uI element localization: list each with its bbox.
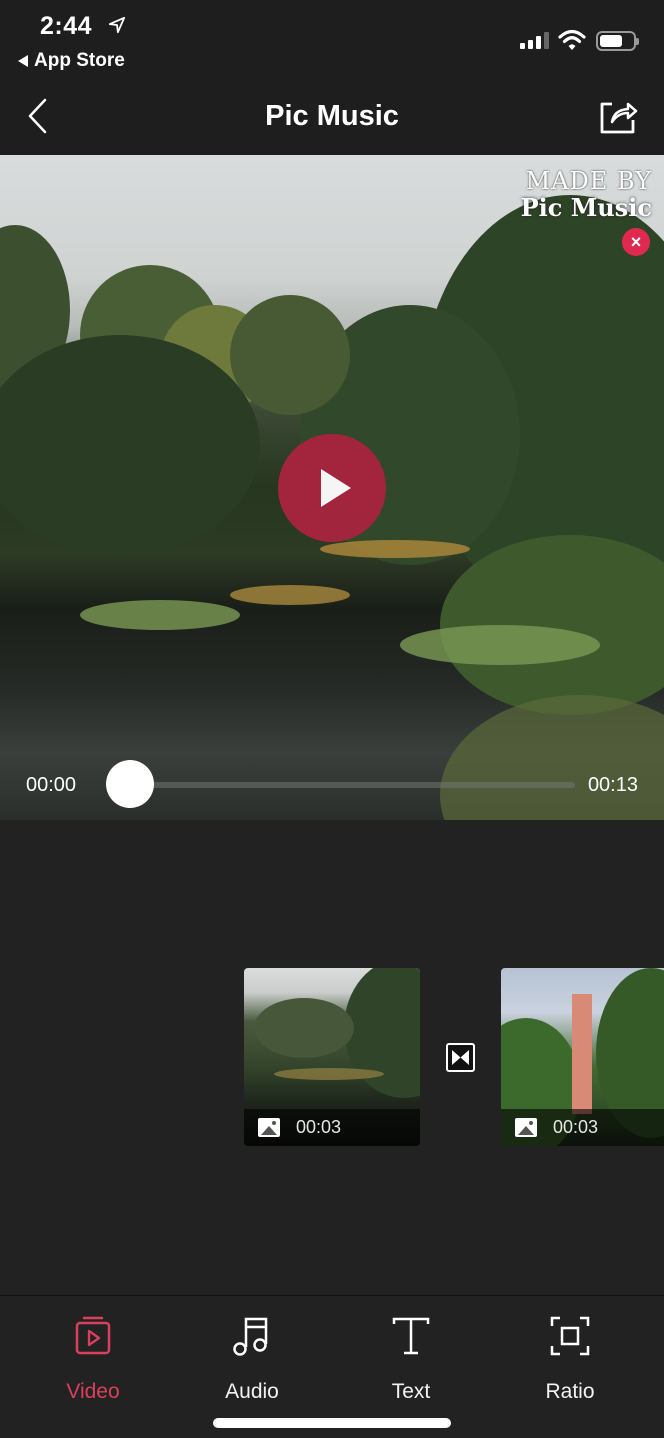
watermark-brand: Pic Music: [520, 193, 652, 222]
tab-text[interactable]: Text: [351, 1314, 471, 1404]
tab-audio[interactable]: Audio: [192, 1314, 312, 1404]
video-preview[interactable]: MADE BY Pic Music × 00:00 00:13: [0, 155, 664, 820]
share-icon[interactable]: [598, 96, 638, 136]
cellular-signal-icon: [520, 32, 549, 49]
photo-lily-pads: [80, 600, 240, 630]
clip-thumbnail-foliage: [254, 998, 354, 1058]
clip-duration: 00:03: [553, 1117, 599, 1137]
photo-foliage: [0, 335, 260, 555]
clip-duration: 00:03: [296, 1117, 342, 1137]
nav-bar: Pic Music: [0, 80, 664, 155]
back-app-label: App Store: [34, 50, 125, 71]
total-time: 00:13: [587, 774, 638, 796]
ratio-icon: [550, 1316, 590, 1356]
current-time: 00:00: [26, 774, 77, 796]
photo-lily-pads: [230, 585, 350, 605]
music-note-icon: [233, 1317, 268, 1356]
close-icon: ×: [630, 231, 642, 252]
location-arrow-icon: [108, 16, 126, 34]
status-bar: 2:44 App Store: [0, 0, 664, 80]
clip-info-bar: 00:03: [244, 1109, 420, 1146]
remove-watermark-button[interactable]: ×: [622, 228, 650, 256]
play-button[interactable]: [278, 434, 386, 542]
clip-thumbnail-lily-pads: [274, 1068, 384, 1080]
video-icon: [75, 1316, 111, 1355]
tab-ratio[interactable]: Ratio: [510, 1314, 630, 1404]
image-icon: [515, 1118, 537, 1137]
timeline-clip[interactable]: 00:03: [244, 968, 420, 1146]
tab-label: Audio: [225, 1380, 279, 1403]
back-triangle-icon: [18, 55, 28, 67]
play-icon: [321, 469, 351, 507]
watermark: MADE BY Pic Music: [521, 167, 652, 222]
clock: 2:44: [40, 12, 93, 40]
tab-video[interactable]: Video: [33, 1314, 153, 1404]
photo-lily-pads: [400, 625, 600, 665]
watermark-made-by: MADE BY: [525, 167, 652, 195]
tab-label: Text: [391, 1380, 431, 1403]
transition-button[interactable]: [446, 1043, 475, 1072]
tab-label: Video: [66, 1380, 120, 1403]
timeline-clip[interactable]: 00:03: [501, 968, 664, 1146]
bottom-tab-bar: Video Audio Text Ratio: [0, 1295, 664, 1438]
photo-foliage: [230, 295, 350, 415]
back-to-app-store[interactable]: App Store: [18, 50, 125, 72]
wifi-icon: [558, 29, 586, 50]
home-indicator[interactable]: [213, 1418, 451, 1428]
clip-info-bar: 00:03: [501, 1109, 664, 1146]
seek-thumb[interactable]: [106, 760, 154, 808]
clip-thumbnail-tower: [572, 994, 592, 1114]
battery-icon: [596, 31, 639, 51]
page-title: Pic Music: [265, 100, 399, 132]
tab-label: Ratio: [545, 1380, 595, 1403]
transition-icon: [452, 1050, 469, 1065]
text-icon: [392, 1317, 430, 1355]
seek-track[interactable]: [130, 782, 575, 788]
photo-lily-pads: [320, 540, 470, 558]
photo-grass: [440, 695, 664, 820]
image-icon: [258, 1118, 280, 1137]
